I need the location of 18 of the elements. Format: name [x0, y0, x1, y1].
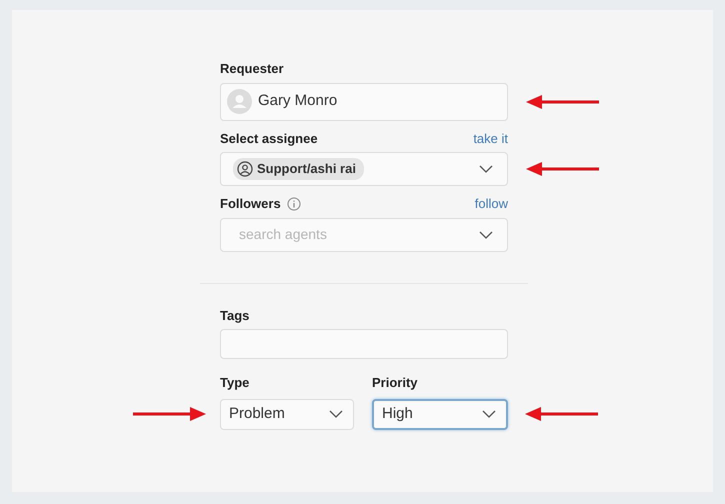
- avatar-icon: [227, 89, 252, 114]
- field-label: Select assignee: [220, 130, 318, 148]
- action-link[interactable]: follow: [474, 194, 508, 214]
- caret-icon: [482, 410, 496, 418]
- placeholder-text: search agents: [238, 225, 327, 244]
- assignee-chip: Support/ashi rai: [233, 158, 364, 180]
- field-label: Type: [220, 374, 250, 392]
- field-label: Tags: [220, 306, 250, 325]
- field-label: Requester: [220, 60, 284, 78]
- action-link[interactable]: take it: [473, 128, 508, 148]
- caret-icon: [479, 230, 493, 238]
- field-value: Gary Monro: [258, 91, 338, 112]
- field-label: Priority: [372, 374, 418, 392]
- person-icon: [237, 161, 253, 177]
- caret-icon: [329, 410, 343, 418]
- caret-icon: [479, 165, 493, 173]
- field-label: Followers: [220, 195, 281, 213]
- tags-field[interactable]: [220, 329, 508, 359]
